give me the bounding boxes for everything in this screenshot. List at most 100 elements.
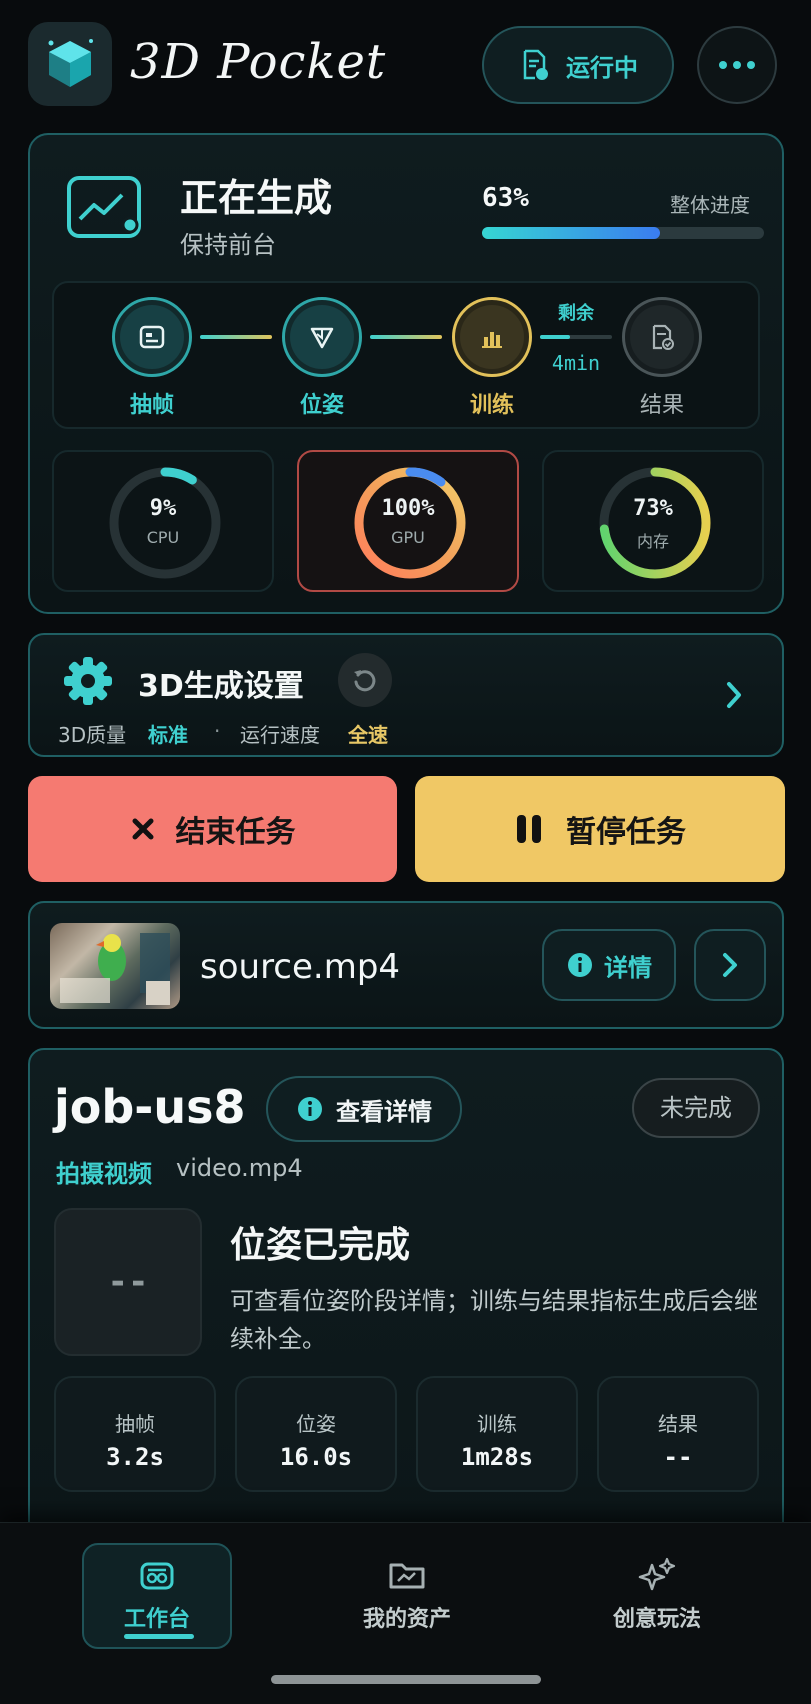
stage-label-result: 结果 (639, 393, 684, 418)
pose-triangle-icon (310, 327, 334, 349)
source-open-button[interactable] (694, 929, 766, 1001)
nav-item-my-assets[interactable]: 我的资产 (332, 1543, 482, 1649)
stage-connector-3-fill (540, 335, 570, 339)
home-indicator (271, 1675, 541, 1684)
settings-title: 3D生成设置 (138, 669, 304, 704)
job-status-badge: 未完成 (632, 1078, 760, 1138)
bottom-nav: 工作台 我的资产 创意玩法 (0, 1522, 811, 1704)
quality-value: 标准 (148, 723, 188, 747)
nav-item-workbench[interactable]: 工作台 (82, 1543, 232, 1649)
view-details-button[interactable]: 查看详情 (266, 1076, 462, 1142)
job-type-label: 拍摄视频 (56, 1160, 152, 1188)
stat-result-label: 结果 (658, 1412, 698, 1436)
stage-connector-3 (540, 335, 612, 339)
nav-active-indicator (124, 1634, 194, 1639)
nav-label-workbench: 工作台 (123, 1607, 190, 1632)
stage-tracker: 剩余 4min 抽帧 位姿 训练 结果 (52, 281, 760, 429)
stat-extract-label: 抽帧 (115, 1412, 155, 1436)
end-task-button[interactable]: 结束任务 (28, 776, 397, 882)
cpu-gauge (109, 467, 221, 579)
nav-item-creative[interactable]: 创意玩法 (582, 1543, 732, 1649)
chart-trend-icon (66, 175, 142, 239)
more-dots-icon (719, 61, 755, 69)
stage-training[interactable] (452, 297, 532, 377)
folder-icon (389, 1563, 425, 1589)
memory-label: 内存 (636, 532, 669, 551)
stage-result[interactable] (622, 297, 702, 377)
speed-value: 全速 (348, 723, 388, 747)
overall-progress-label: 整体进度 (670, 193, 750, 217)
reset-icon (354, 670, 376, 692)
gear-icon (64, 657, 112, 705)
memory-gauge (599, 467, 711, 579)
more-options-button[interactable] (697, 26, 777, 104)
gpu-value: 100% (381, 496, 435, 521)
job-preview-text: -- (107, 1262, 149, 1302)
gpu-gauge-card: 100% GPU (297, 450, 519, 592)
stat-pose-value: 16.0s (279, 1443, 353, 1471)
info-icon (298, 1097, 322, 1121)
pause-task-button[interactable]: 暂停任务 (415, 776, 785, 882)
overall-progress-bar (482, 227, 764, 239)
pause-icon (517, 815, 541, 843)
stage-label-pose: 位姿 (299, 393, 344, 418)
result-document-icon (652, 324, 674, 350)
stat-pose: 位姿 16.0s (235, 1376, 397, 1492)
stage-connector-2 (370, 335, 442, 339)
stat-training-value: 1m28s (460, 1443, 534, 1471)
memory-gauge-card: 73% 内存 (542, 450, 764, 592)
app-title: 3D Pocket (130, 34, 387, 90)
cpu-label: CPU (146, 528, 180, 547)
end-task-label: 结束任务 (175, 815, 296, 850)
job-type-file: video.mp4 (176, 1154, 303, 1182)
view-details-label: 查看详情 (336, 1097, 432, 1126)
progress-title: 正在生成 (180, 176, 333, 220)
chevron-right-icon (723, 953, 737, 977)
cpu-value: 9% (149, 496, 177, 521)
job-status-title: 位姿已完成 (230, 1225, 411, 1266)
progress-subtitle: 保持前台 (180, 231, 276, 259)
job-status-description: 可查看位姿阶段详情；训练与结果指标生成后会继续补全。 (230, 1287, 758, 1353)
bar-chart-icon (482, 332, 502, 348)
memory-value: 73% (633, 496, 673, 521)
stage-pose[interactable] (282, 297, 362, 377)
stat-extract: 抽帧 3.2s (54, 1376, 216, 1492)
stage-label-training: 训练 (469, 393, 514, 418)
progress-card: 正在生成 保持前台 63% 整体进度 剩余 4min 抽帧 位姿 训练 结果 9… (28, 133, 784, 614)
video-thumbnail[interactable] (50, 923, 180, 1009)
close-icon (132, 818, 153, 840)
thumbnail-parrot-image (60, 933, 170, 1005)
info-icon (568, 953, 592, 977)
app-logo (28, 22, 112, 106)
running-status-button[interactable]: 运行中 (482, 26, 674, 104)
stat-training: 训练 1m28s (416, 1376, 578, 1492)
stage-connector-1 (200, 335, 272, 339)
source-details-button[interactable]: 详情 (542, 929, 676, 1001)
gpu-label: GPU (391, 528, 425, 547)
running-status-label: 运行中 (566, 53, 638, 82)
remaining-label: 剩余 (558, 303, 594, 324)
quality-label: 3D质量 (58, 723, 127, 747)
cube-logo-icon (48, 39, 93, 87)
job-id: job-us8 (54, 1080, 246, 1134)
stat-extract-value: 3.2s (106, 1443, 164, 1471)
nav-label-creative: 创意玩法 (612, 1607, 701, 1632)
stage-extract-frames[interactable] (112, 297, 192, 377)
nav-label-my-assets: 我的资产 (362, 1607, 451, 1632)
job-preview-placeholder: -- (54, 1208, 202, 1356)
settings-separator: · (214, 719, 221, 743)
speed-label: 运行速度 (240, 723, 320, 747)
progress-percent: 63% (482, 183, 529, 213)
pause-task-label: 暂停任务 (566, 815, 686, 850)
stat-pose-label: 位姿 (296, 1412, 336, 1436)
settings-card[interactable]: 3D生成设置 3D质量 标准 · 运行速度 全速 (28, 633, 784, 757)
reset-settings-button[interactable] (338, 653, 392, 707)
source-card: source.mp4 详情 (28, 901, 784, 1029)
stat-result: 结果 -- (597, 1376, 759, 1492)
overall-progress-fill (482, 227, 660, 239)
workbench-icon (140, 1562, 174, 1590)
stat-training-label: 训练 (477, 1412, 517, 1436)
chevron-right-icon (727, 682, 741, 708)
document-settings-icon (523, 49, 548, 80)
remaining-time: 4min (551, 351, 601, 375)
